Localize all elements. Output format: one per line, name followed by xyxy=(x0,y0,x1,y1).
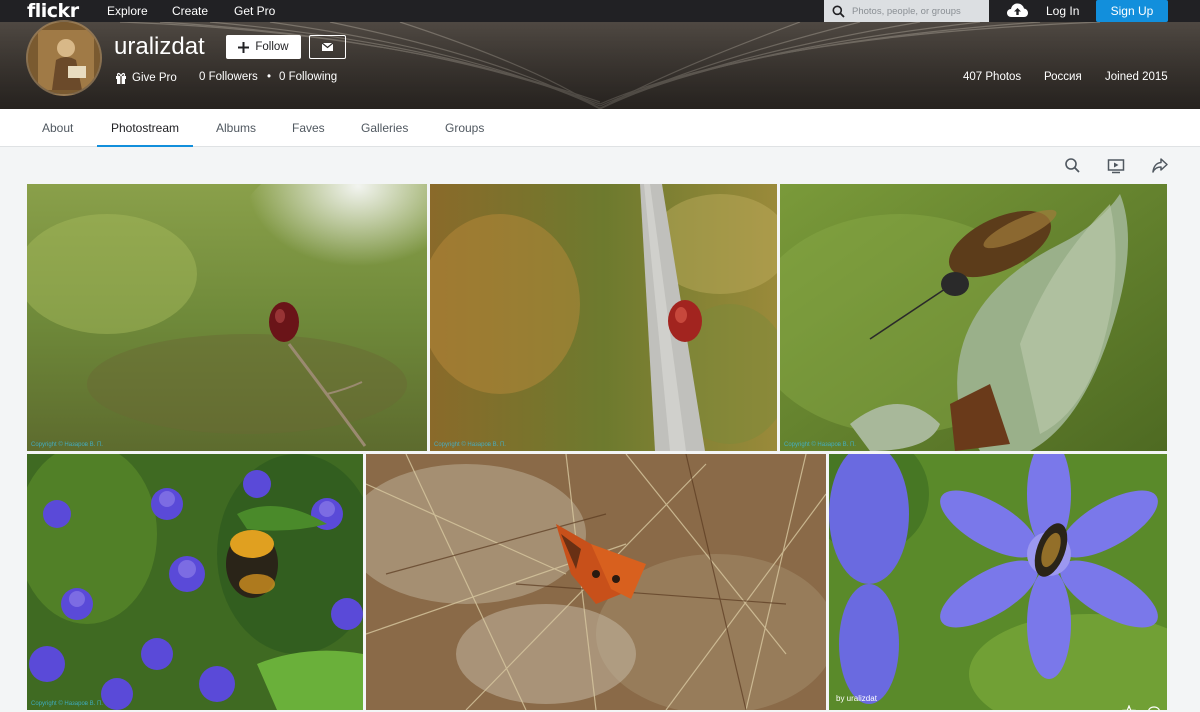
nav-create-link[interactable]: Create xyxy=(172,0,208,22)
signup-button[interactable]: Sign Up xyxy=(1096,0,1168,22)
give-pro-link[interactable]: Give Pro xyxy=(115,71,177,85)
profile-tabs: About Photostream Albums Faves Galleries… xyxy=(0,109,1200,147)
follow-label: Follow xyxy=(255,41,289,53)
photos-count: 407 Photos xyxy=(963,71,1022,83)
photo-watermark: Copyright © Назаров В. П. xyxy=(31,442,103,448)
joined-date: Joined 2015 xyxy=(1105,71,1168,83)
nav-explore-link[interactable]: Explore xyxy=(107,0,148,22)
photo-tile[interactable]: Copyright © Назаров В. П. xyxy=(430,184,777,451)
photo-tile[interactable]: Copyright © Назаров В. П. xyxy=(27,184,427,451)
photo-image xyxy=(829,454,1167,710)
photo-watermark: Copyright © Назаров В. П. xyxy=(31,701,103,707)
photo-tile[interactable] xyxy=(366,454,826,710)
tab-albums[interactable]: Albums xyxy=(216,109,256,147)
photo-image xyxy=(27,184,427,451)
following-count[interactable]: 0 Following xyxy=(279,71,337,83)
photo-image xyxy=(430,184,777,451)
stats-separator: • xyxy=(267,71,272,83)
top-navigation-bar: flickr Explore Create Get Pro Log In Sig… xyxy=(0,0,1200,22)
tab-about[interactable]: About xyxy=(42,109,73,147)
photo-tile[interactable]: Copyright © Назаров В. П. xyxy=(780,184,1167,451)
follow-button[interactable]: Follow xyxy=(226,35,301,59)
gift-icon xyxy=(116,72,126,84)
share-icon[interactable] xyxy=(1151,157,1169,175)
avatar[interactable] xyxy=(26,20,102,96)
profile-location: Россия xyxy=(1044,71,1082,83)
flickr-logo[interactable]: flickr xyxy=(27,0,79,22)
slideshow-icon[interactable] xyxy=(1107,157,1125,175)
photo-byline[interactable]: by uralizdat xyxy=(836,694,877,703)
login-link[interactable]: Log In xyxy=(1046,0,1079,22)
mail-icon xyxy=(322,43,333,51)
tab-photostream[interactable]: Photostream xyxy=(97,109,193,147)
photo-image xyxy=(27,454,363,710)
search-input[interactable] xyxy=(852,5,987,17)
photo-watermark: Copyright © Назаров В. П. xyxy=(784,442,856,448)
cloud-upload-icon[interactable] xyxy=(1006,2,1029,24)
plus-icon xyxy=(238,41,250,53)
photo-tile[interactable]: by uralizdat xyxy=(829,454,1167,710)
search-box[interactable] xyxy=(824,0,989,22)
tab-groups[interactable]: Groups xyxy=(445,109,484,147)
followers-count[interactable]: 0 Followers xyxy=(199,71,258,83)
profile-username: uralizdat xyxy=(114,33,205,60)
photo-image xyxy=(366,454,826,710)
message-button[interactable] xyxy=(309,35,346,59)
photo-watermark: Copyright © Назаров В. П. xyxy=(434,442,506,448)
search-icon[interactable] xyxy=(1064,157,1082,175)
nav-getpro-link[interactable]: Get Pro xyxy=(234,0,275,22)
give-pro-label: Give Pro xyxy=(132,72,177,84)
tab-galleries[interactable]: Galleries xyxy=(361,109,408,147)
search-icon[interactable] xyxy=(824,5,852,18)
photo-image xyxy=(780,184,1167,451)
photo-tile[interactable]: Copyright © Назаров В. П. xyxy=(27,454,363,710)
tab-faves[interactable]: Faves xyxy=(292,109,325,147)
